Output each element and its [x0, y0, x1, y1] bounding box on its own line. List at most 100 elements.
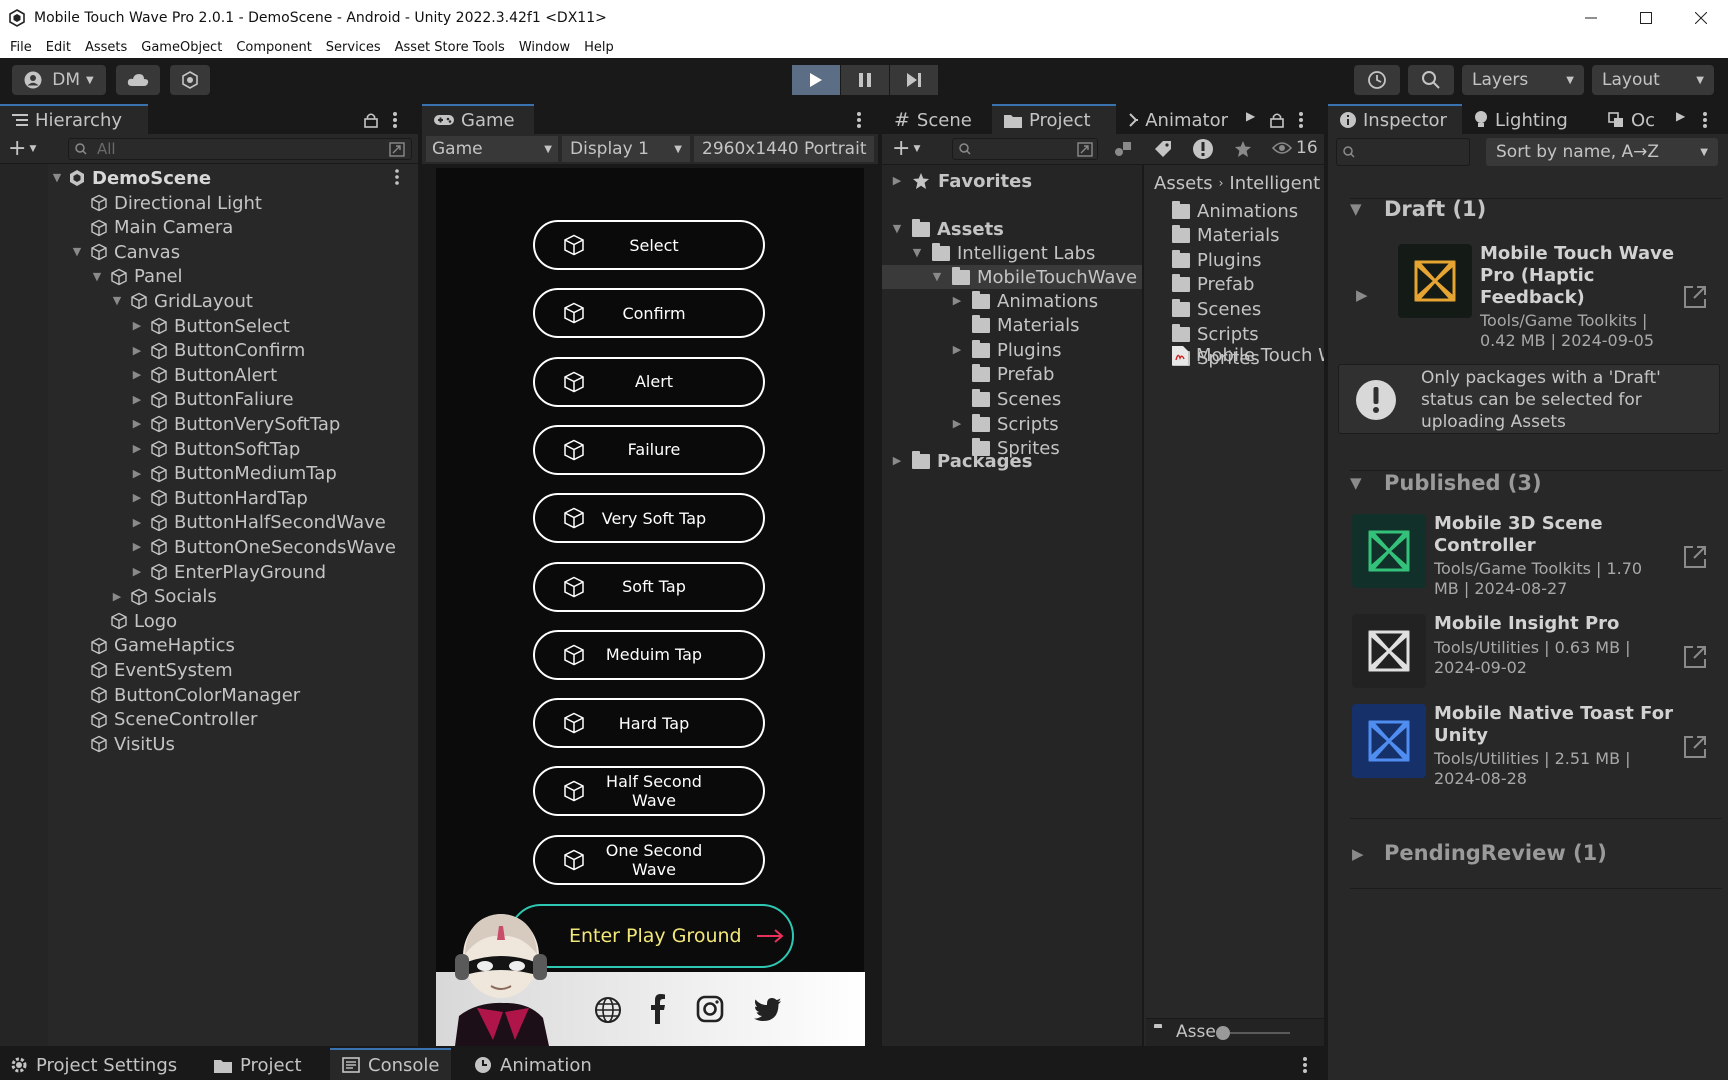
search-button[interactable] [1408, 65, 1454, 95]
tab-project[interactable]: Project [992, 104, 1116, 134]
published-package-name[interactable]: Mobile 3D Scene Controller [1434, 513, 1674, 557]
game-haptic-button[interactable]: Confirm [533, 288, 765, 339]
tab-scene[interactable]: # Scene [882, 104, 992, 134]
section-collapse-arrow-icon[interactable]: ▼ [1350, 200, 1362, 218]
tab-scroll-right-icon[interactable]: ▶ [1676, 109, 1685, 123]
published-section-header[interactable]: Published (3) [1384, 471, 1542, 495]
external-link-icon[interactable] [1682, 644, 1708, 670]
kebab-menu-icon[interactable] [392, 111, 398, 129]
expand-arrow-icon[interactable]: ▶ [130, 516, 144, 530]
project-create-button[interactable]: + ▼ [892, 138, 920, 160]
expand-arrow-icon[interactable]: ▶ [130, 319, 144, 333]
hierarchy-search-input[interactable]: All [68, 138, 412, 160]
hierarchy-item[interactable]: ▶ ButtonSelect [130, 314, 290, 338]
draft-package-name[interactable]: Mobile Touch Wave Pro (Haptic Feedback) [1480, 243, 1680, 309]
intelligent-labs-row[interactable]: ▼ Intelligent Labs [910, 241, 1095, 265]
tab-hierarchy[interactable]: Hierarchy [0, 104, 148, 134]
maximize-button[interactable] [1618, 0, 1673, 36]
kebab-menu-icon[interactable] [1702, 111, 1708, 129]
expand-arrow-icon[interactable]: ▶ [130, 393, 144, 407]
expand-arrow-icon[interactable]: ▶ [130, 491, 144, 505]
file-item[interactable]: Mobile Touch W [1172, 343, 1324, 367]
globe-icon[interactable] [594, 996, 622, 1024]
game-haptic-button[interactable]: Half Second Wave [533, 766, 765, 817]
hierarchy-item[interactable]: ▶ ButtonHardTap [130, 486, 308, 510]
project-search-input[interactable] [952, 138, 1098, 160]
pause-button[interactable] [841, 65, 889, 95]
create-button[interactable]: + ▼ [8, 138, 36, 160]
expand-arrow-icon[interactable]: ▶ [130, 344, 144, 358]
external-link-icon[interactable] [1682, 544, 1708, 570]
pending-section-header[interactable]: PendingReview (1) [1384, 841, 1607, 865]
icon-size-slider-thumb[interactable] [1216, 1026, 1230, 1040]
expand-arrow-icon[interactable]: ▶ [1352, 845, 1364, 863]
game-haptic-button[interactable]: Soft Tap [533, 561, 765, 612]
expand-arrow-icon[interactable]: ▼ [890, 222, 904, 236]
tab-project-settings[interactable]: Project Settings [0, 1050, 187, 1080]
breadcrumb-assets[interactable]: Assets [1154, 173, 1213, 194]
minimize-button[interactable] [1563, 0, 1618, 36]
instagram-icon[interactable] [696, 995, 724, 1023]
layers-dropdown[interactable]: Layers ▼ [1462, 65, 1584, 95]
menu-services[interactable]: Services [326, 40, 381, 55]
expand-arrow-icon[interactable]: ▶ [950, 343, 964, 357]
account-button[interactable]: DM ▼ [12, 65, 106, 95]
assets-folder-row[interactable]: ▼ Assets [890, 217, 1004, 241]
tab-inspector[interactable]: Inspector [1328, 104, 1462, 134]
menu-gameobject[interactable]: GameObject [141, 40, 222, 55]
folder-item[interactable]: Animations [1172, 199, 1298, 223]
tab-lighting[interactable]: Lighting [1462, 104, 1596, 134]
game-haptic-button[interactable]: Hard Tap [533, 698, 765, 749]
draft-section-header[interactable]: Draft (1) [1384, 197, 1486, 221]
hierarchy-item[interactable]: ▼ Panel [90, 265, 183, 289]
display-dropdown[interactable]: Display 1 ▼ [562, 136, 690, 162]
game-haptic-button[interactable]: Alert [533, 356, 765, 407]
menu-assets[interactable]: Assets [85, 40, 127, 55]
collab-button[interactable] [170, 65, 210, 95]
expand-arrow-icon[interactable]: ▶ [130, 540, 144, 554]
hierarchy-item[interactable]: ▶ EnterPlayGround [130, 560, 326, 584]
twitter-icon[interactable] [754, 998, 782, 1022]
project-subfolder-row[interactable]: Prefab [950, 363, 1054, 387]
folder-item[interactable]: Prefab [1172, 273, 1254, 297]
menu-window[interactable]: Window [519, 40, 570, 55]
hierarchy-item[interactable]: ▶ ButtonConfirm [130, 339, 305, 363]
published-package-name[interactable]: Mobile Insight Pro [1434, 613, 1674, 635]
play-button[interactable] [792, 65, 840, 95]
game-haptic-button[interactable]: One Second Wave [533, 834, 765, 885]
expand-arrow-icon[interactable]: ▼ [70, 245, 84, 259]
hierarchy-item[interactable]: ▶ ButtonSoftTap [130, 437, 301, 461]
game-mode-dropdown[interactable]: Game ▼ [426, 136, 558, 162]
expand-arrow-icon[interactable]: ▶ [130, 467, 144, 481]
menu-file[interactable]: File [10, 40, 32, 55]
hierarchy-item[interactable]: ▶ ButtonHalfSecondWave [130, 511, 386, 535]
expand-arrow-icon[interactable]: ▶ [110, 590, 124, 604]
breadcrumb-intelligent[interactable]: Intelligent [1229, 173, 1320, 194]
expand-arrow-icon[interactable]: ▼ [110, 294, 124, 308]
cloud-button[interactable] [116, 65, 160, 95]
tab-animation[interactable]: Animation [466, 1050, 600, 1080]
menu-edit[interactable]: Edit [46, 40, 71, 55]
project-subfolder-row[interactable]: ▶ Scripts [950, 412, 1059, 436]
hierarchy-item[interactable]: ▶ ButtonOneSecondsWave [130, 535, 396, 559]
menu-asset-store-tools[interactable]: Asset Store Tools [395, 40, 505, 55]
hierarchy-item[interactable]: Directional Light [70, 191, 262, 215]
tab-scroll-right-icon[interactable]: ▶ [1246, 109, 1255, 123]
game-haptic-button[interactable]: Failure [533, 424, 765, 475]
hierarchy-item[interactable]: ▶ ButtonVerySoftTap [130, 412, 341, 436]
hierarchy-item[interactable]: VisitUs [70, 732, 175, 756]
hierarchy-item[interactable]: GameHaptics [70, 634, 235, 658]
hierarchy-item[interactable]: ▶ Socials [110, 585, 217, 609]
project-subfolder-row[interactable]: ▶ Animations [950, 289, 1098, 313]
hierarchy-item[interactable]: Logo [90, 609, 177, 633]
published-package-name[interactable]: Mobile Native Toast For Unity [1434, 703, 1674, 747]
warning-filter-icon[interactable] [1192, 138, 1214, 160]
expand-arrow-icon[interactable]: ▶ [130, 565, 144, 579]
sort-dropdown[interactable]: Sort by name, A→Z ▼ [1486, 138, 1718, 166]
expand-arrow-icon[interactable]: ▶ [890, 454, 904, 468]
expand-arrow-icon[interactable]: ▶ [130, 368, 144, 382]
expand-arrow-icon[interactable]: ▼ [50, 171, 64, 185]
tab-game[interactable]: Game [422, 104, 534, 134]
packages-folder-row[interactable]: ▶ Packages [890, 449, 1032, 473]
expand-arrow-icon[interactable]: ▶ [950, 417, 964, 431]
